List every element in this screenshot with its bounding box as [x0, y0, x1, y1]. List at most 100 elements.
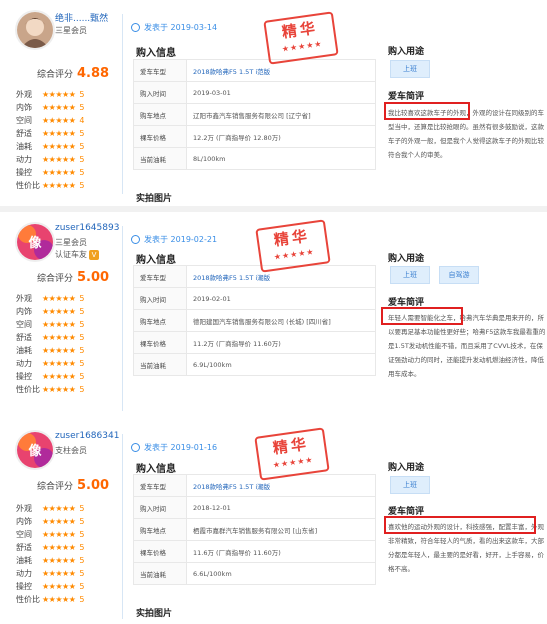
- rating-stars-icon: ★★★★★: [42, 129, 76, 138]
- rating-label: 内饰: [16, 517, 32, 526]
- rating-row: 油耗 ★★★★★ 5: [16, 344, 84, 357]
- rating-row: 舒适 ★★★★★ 5: [16, 331, 84, 344]
- rating-label: 外观: [16, 294, 32, 303]
- photos-title: 实拍图片: [136, 609, 173, 619]
- rating-label: 性价比: [16, 385, 40, 394]
- user-avatar[interactable]: 像: [15, 222, 55, 262]
- rating-row: 舒适 ★★★★★ 5: [16, 541, 84, 554]
- rating-list: 外观 ★★★★★ 5 内饰 ★★★★★ 5 空间 ★★★★★ 5 舒适 ★★★★★ 5 油耗 ★★★★★ 5…: [16, 292, 84, 396]
- rating-stars-icon: ★★★★★: [42, 90, 76, 99]
- user-avatar[interactable]: 像: [15, 430, 55, 470]
- timeline-line: [122, 434, 123, 619]
- info-row: 当前油耗 6.6L/100km: [133, 562, 376, 585]
- rating-row: 动力 ★★★★★ 5: [16, 153, 84, 166]
- rating-value: 5: [79, 517, 85, 526]
- info-row: 当前油耗 6.9L/100km: [133, 353, 376, 376]
- user-name[interactable]: zuser1686341: [55, 431, 119, 441]
- rating-row: 空间 ★★★★★ 5: [16, 528, 84, 541]
- rating-row: 外观 ★★★★★ 5: [16, 292, 84, 305]
- info-key: 当前油耗: [133, 353, 187, 376]
- purpose-title: 购入用途: [388, 463, 425, 473]
- rating-label: 性价比: [16, 595, 40, 604]
- rating-stars-icon: ★★★★★: [42, 504, 76, 513]
- posted-label: 发表于: [144, 235, 168, 244]
- rating-row: 操控 ★★★★★ 5: [16, 580, 84, 593]
- rating-value: 5: [79, 90, 85, 99]
- badge-text: 认证车友: [55, 250, 87, 259]
- rating-stars-icon: ★★★★★: [42, 155, 76, 164]
- score-label: 综合评分: [37, 274, 74, 284]
- info-key: 购入时间: [133, 287, 187, 310]
- rating-value: 5: [79, 385, 85, 394]
- user-panel: 像 zuser1645893 三星会员 认证车友 V 综合评分 5.00 外观 ★★★…: [0, 212, 119, 420]
- review-card-2: 像 zuser1645893 三星会员 认证车友 V 综合评分 5.00 外观 ★★★…: [0, 212, 547, 420]
- info-row: 购入时间 2018-12-01: [133, 496, 376, 519]
- rating-row: 外观 ★★★★★ 5: [16, 88, 84, 101]
- info-row: 裸车价格 11.6万 (厂商指导价 11.60万): [133, 540, 376, 563]
- rating-value: 5: [79, 103, 85, 112]
- user-panel: 绝非......甄然 三星会员 综合评分 4.88 外观 ★★★★★ 5 内饰 ★★★★★…: [0, 0, 115, 206]
- info-value: 德阳建国汽车销售服务有限公司 (长城) [四川省]: [186, 309, 376, 332]
- rating-row: 内饰 ★★★★★ 5: [16, 305, 84, 318]
- verified-icon: V: [89, 249, 99, 260]
- buy-info-table: 爱车车型 2018款哈弗F5 1.5T i范版 购入时间 2019-03-01 购车地点…: [133, 59, 376, 170]
- rating-stars-icon: ★★★★★: [42, 569, 76, 578]
- info-row: 爱车车型 2018款哈弗F5 1.5T i潮版: [133, 265, 376, 288]
- buy-info-table: 爱车车型 2018款哈弗F5 1.5T i潮版 购入时间 2018-12-01 购车地点…: [133, 474, 376, 585]
- rating-label: 动力: [16, 359, 32, 368]
- rating-stars-icon: ★★★★★: [42, 530, 76, 539]
- rating-stars-icon: ★★★★★: [42, 333, 76, 342]
- rating-value: 5: [79, 595, 85, 604]
- info-value: 11.6万 (厂商指导价 11.60万): [186, 540, 376, 563]
- info-row: 当前油耗 8L/100km: [133, 147, 376, 170]
- post-date: 发表于 2019-03-14: [131, 22, 217, 33]
- rating-stars-icon: ★★★★★: [42, 181, 76, 190]
- user-name[interactable]: 绝非......甄然: [55, 11, 108, 24]
- rating-stars-icon: ★★★★★: [42, 517, 76, 526]
- rating-row: 外观 ★★★★★ 5: [16, 502, 84, 515]
- info-value: 6.9L/100km: [186, 353, 376, 376]
- rating-label: 动力: [16, 155, 32, 164]
- featured-stamp: 精华 ★★★★★: [254, 427, 330, 481]
- score-label: 综合评分: [37, 70, 74, 80]
- purpose-tag: 上班: [390, 266, 430, 284]
- clock-icon: [131, 443, 140, 452]
- rating-row: 动力 ★★★★★ 5: [16, 567, 84, 580]
- rating-label: 空间: [16, 530, 32, 539]
- rating-row: 性价比 ★★★★★ 5: [16, 179, 84, 192]
- score-value: 5.00: [77, 478, 110, 493]
- rating-stars-icon: ★★★★★: [42, 385, 76, 394]
- rating-value: 5: [79, 307, 85, 316]
- rating-stars-icon: ★★★★★: [42, 346, 76, 355]
- rating-label: 内饰: [16, 103, 32, 112]
- car-model-link[interactable]: 2018款哈弗F5 1.5T i潮版: [186, 474, 376, 497]
- purpose-tag: 上班: [390, 60, 430, 78]
- post-date: 发表于 2019-02-21: [131, 234, 217, 245]
- info-row: 购车地点 辽阳市鑫汽车销售服务有限公司 [辽宁省]: [133, 103, 376, 126]
- info-value: 12.2万 (厂商指导价 12.80万): [186, 125, 376, 148]
- overall-score: 综合评分 4.88: [37, 66, 109, 81]
- rating-stars-icon: ★★★★★: [42, 359, 76, 368]
- rating-stars-icon: ★★★★★: [42, 556, 76, 565]
- rating-row: 性价比 ★★★★★ 5: [16, 593, 84, 606]
- rating-stars-icon: ★★★★★: [42, 372, 76, 381]
- purpose-title: 购入用途: [388, 254, 425, 264]
- info-value: 8L/100km: [186, 147, 376, 170]
- user-avatar[interactable]: [15, 10, 55, 50]
- timeline-line: [122, 14, 123, 194]
- user-name[interactable]: zuser1645893: [55, 223, 119, 233]
- posted-label: 发表于: [144, 443, 168, 452]
- timeline-line: [122, 226, 123, 411]
- rating-label: 油耗: [16, 142, 32, 151]
- rating-label: 舒适: [16, 129, 32, 138]
- rating-label: 油耗: [16, 556, 32, 565]
- score-label: 综合评分: [37, 482, 74, 492]
- rating-label: 内饰: [16, 307, 32, 316]
- rating-label: 外观: [16, 90, 32, 99]
- highlight-box: [381, 307, 463, 325]
- info-key: 购入时间: [133, 81, 187, 104]
- rating-value: 5: [79, 168, 85, 177]
- info-row: 购入时间 2019-02-01: [133, 287, 376, 310]
- rating-value: 5: [79, 569, 85, 578]
- rating-stars-icon: ★★★★★: [42, 582, 76, 591]
